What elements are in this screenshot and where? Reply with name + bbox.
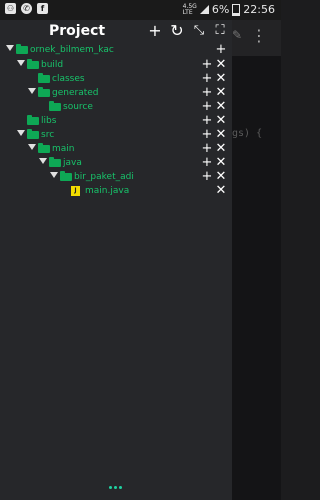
- handle-dot-icon: [114, 486, 117, 489]
- tree-row[interactable]: bir_paket_adi + ✕: [0, 170, 232, 184]
- tree-item-label[interactable]: ornek_bilmem_kac: [30, 43, 114, 57]
- expand-icon[interactable]: ⛶: [212, 22, 228, 40]
- handle-dot-icon: [119, 486, 122, 489]
- remove-item-icon[interactable]: ✕: [215, 184, 227, 198]
- folder-icon: [38, 143, 50, 153]
- expand-arrow-icon[interactable]: [39, 158, 47, 164]
- tree-row[interactable]: Jmain.java ✕: [0, 184, 232, 198]
- remove-item-icon[interactable]: ✕: [215, 114, 227, 128]
- add-item-icon[interactable]: +: [201, 100, 213, 114]
- add-item-icon[interactable]: +: [201, 86, 213, 100]
- add-item-icon[interactable]: +: [201, 72, 213, 86]
- tree-row[interactable]: main + ✕: [0, 142, 232, 156]
- facebook-icon: f: [37, 3, 48, 14]
- status-indicators: 4.5G LTE 6% 22:56: [183, 3, 275, 16]
- refresh-icon[interactable]: ↻: [169, 22, 185, 40]
- tree-row[interactable]: generated + ✕: [0, 86, 232, 100]
- tree-item-label[interactable]: main.java: [85, 184, 129, 198]
- tree-row[interactable]: source + ✕: [0, 100, 232, 114]
- project-titlebar: Project + ↻ ⤡ ⛶: [0, 20, 232, 44]
- remove-item-icon[interactable]: ✕: [215, 58, 227, 72]
- expand-arrow-icon[interactable]: [50, 172, 58, 178]
- tree-item-label[interactable]: generated: [52, 86, 99, 100]
- tree-row[interactable]: java + ✕: [0, 156, 232, 170]
- expand-arrow-icon[interactable]: [6, 45, 14, 51]
- add-item-icon[interactable]: +: [201, 114, 213, 128]
- tree-item-label[interactable]: java: [63, 156, 82, 170]
- tree-item-label[interactable]: source: [63, 100, 93, 114]
- battery-percent: 6%: [211, 3, 230, 16]
- folder-icon: [49, 101, 61, 111]
- tree-row[interactable]: classes + ✕: [0, 72, 232, 86]
- pencil-icon[interactable]: ✎: [232, 28, 242, 42]
- remove-item-icon[interactable]: ✕: [215, 170, 227, 184]
- clock: 22:56: [243, 3, 275, 16]
- project-panel: Project + ↻ ⤡ ⛶ ornek_bilmem_kac + build + ✕…: [0, 20, 232, 500]
- expand-arrow-icon[interactable]: [17, 130, 25, 136]
- tree-item-label[interactable]: build: [41, 58, 63, 72]
- remove-item-icon[interactable]: ✕: [215, 100, 227, 114]
- status-bar: ⚇ ✆ f 4.5G LTE 6% 22:56: [0, 0, 281, 20]
- battery-icon: [232, 3, 241, 16]
- lte-label: LTE: [182, 8, 193, 16]
- tree-item-label[interactable]: classes: [52, 72, 85, 86]
- tree-row[interactable]: libs + ✕: [0, 114, 232, 128]
- folder-icon: [38, 87, 50, 97]
- tree-row[interactable]: src + ✕: [0, 128, 232, 142]
- expand-arrow-icon[interactable]: [17, 60, 25, 66]
- add-item-icon[interactable]: +: [201, 170, 213, 184]
- folder-icon: [16, 44, 28, 54]
- remove-item-icon[interactable]: ✕: [215, 128, 227, 142]
- tree-item-label[interactable]: bir_paket_adi: [74, 170, 134, 184]
- add-item-icon[interactable]: +: [215, 43, 227, 57]
- editor-area[interactable]: ✎ ⋮ gs) {: [232, 20, 281, 500]
- remove-item-icon[interactable]: ✕: [215, 156, 227, 170]
- editor-toolbar: ✎ ⋮: [232, 20, 281, 56]
- add-item-icon[interactable]: +: [201, 128, 213, 142]
- whatsapp-icon: ✆: [21, 3, 32, 14]
- folder-icon: [38, 73, 50, 83]
- folder-icon: [27, 115, 39, 125]
- panel-title: Project: [49, 23, 106, 39]
- collapse-all-icon[interactable]: ⤡: [191, 22, 207, 40]
- add-item-icon[interactable]: +: [201, 58, 213, 72]
- signal-icon: [199, 5, 209, 14]
- handle-dot-icon: [109, 486, 112, 489]
- add-project-icon[interactable]: +: [147, 22, 163, 40]
- expand-arrow-icon[interactable]: [28, 144, 36, 150]
- more-options-icon[interactable]: ⋮: [251, 26, 267, 45]
- folder-icon: [27, 59, 39, 69]
- remove-item-icon[interactable]: ✕: [215, 72, 227, 86]
- remove-item-icon[interactable]: ✕: [215, 86, 227, 100]
- java-file-icon: J: [71, 186, 80, 196]
- tree-item-label[interactable]: main: [52, 142, 75, 156]
- tree-item-label[interactable]: src: [41, 128, 54, 142]
- panel-handle[interactable]: [109, 486, 122, 489]
- folder-icon: [49, 157, 61, 167]
- notification-app-icon: ⚇: [5, 3, 16, 14]
- add-item-icon[interactable]: +: [201, 156, 213, 170]
- tree-row[interactable]: build + ✕: [0, 58, 232, 72]
- notification-icons: ⚇ ✆ f: [5, 3, 48, 14]
- add-item-icon[interactable]: +: [201, 142, 213, 156]
- remove-item-icon[interactable]: ✕: [215, 142, 227, 156]
- code-fragment: gs) {: [232, 128, 263, 139]
- tree-row[interactable]: ornek_bilmem_kac +: [0, 43, 232, 57]
- expand-arrow-icon[interactable]: [28, 88, 36, 94]
- folder-icon: [60, 171, 72, 181]
- folder-icon: [27, 129, 39, 139]
- network-indicator: 4.5G LTE: [182, 3, 197, 16]
- tree-item-label[interactable]: libs: [41, 114, 56, 128]
